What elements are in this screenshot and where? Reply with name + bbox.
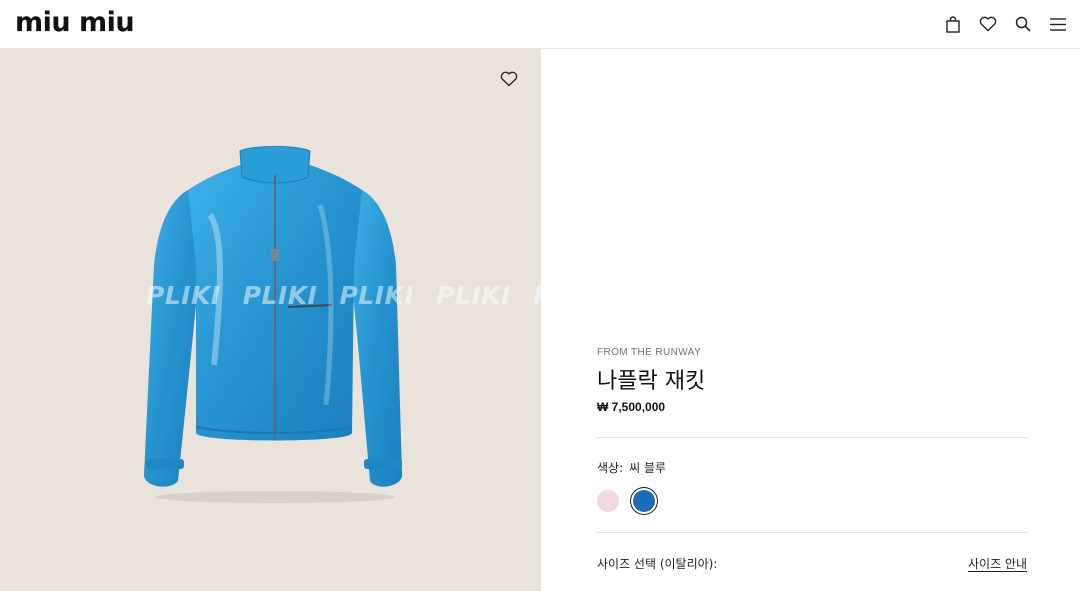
watermark-text: PLIKIPLIKIPLIKIPLIKIPLIKI bbox=[146, 281, 541, 310]
size-selection: 사이즈 선택 (이탈리아): 사이즈 안내 bbox=[597, 555, 1027, 572]
size-label: 사이즈 선택 (이탈리아): bbox=[597, 557, 718, 571]
color-selection: 색상: 씨 블루 bbox=[597, 459, 666, 476]
color-value: 씨 블루 bbox=[629, 461, 667, 475]
size-guide-link[interactable]: 사이즈 안내 bbox=[968, 555, 1027, 572]
wishlist-heart-icon[interactable] bbox=[500, 71, 520, 91]
menu-icon[interactable] bbox=[1048, 13, 1068, 35]
swatch-blue[interactable] bbox=[633, 490, 655, 512]
product-price: ₩ 7,500,000 bbox=[597, 400, 666, 414]
product-info: FROM THE RUNWAY 나플락 재킷 ₩ 7,500,000 색상: 씨 … bbox=[597, 0, 1027, 591]
divider bbox=[597, 532, 1027, 533]
jacket-image bbox=[144, 146, 402, 503]
product-title: 나플락 재킷 bbox=[597, 369, 706, 394]
color-label: 색상: bbox=[597, 461, 624, 475]
brand-logo[interactable]: miu miu bbox=[15, 8, 135, 38]
color-swatches bbox=[597, 490, 655, 512]
divider bbox=[597, 437, 1027, 438]
product-image[interactable]: PLIKIPLIKIPLIKIPLIKIPLIKI bbox=[0, 49, 541, 591]
swatch-pink[interactable] bbox=[597, 490, 619, 512]
collection-label: FROM THE RUNWAY bbox=[597, 347, 702, 358]
